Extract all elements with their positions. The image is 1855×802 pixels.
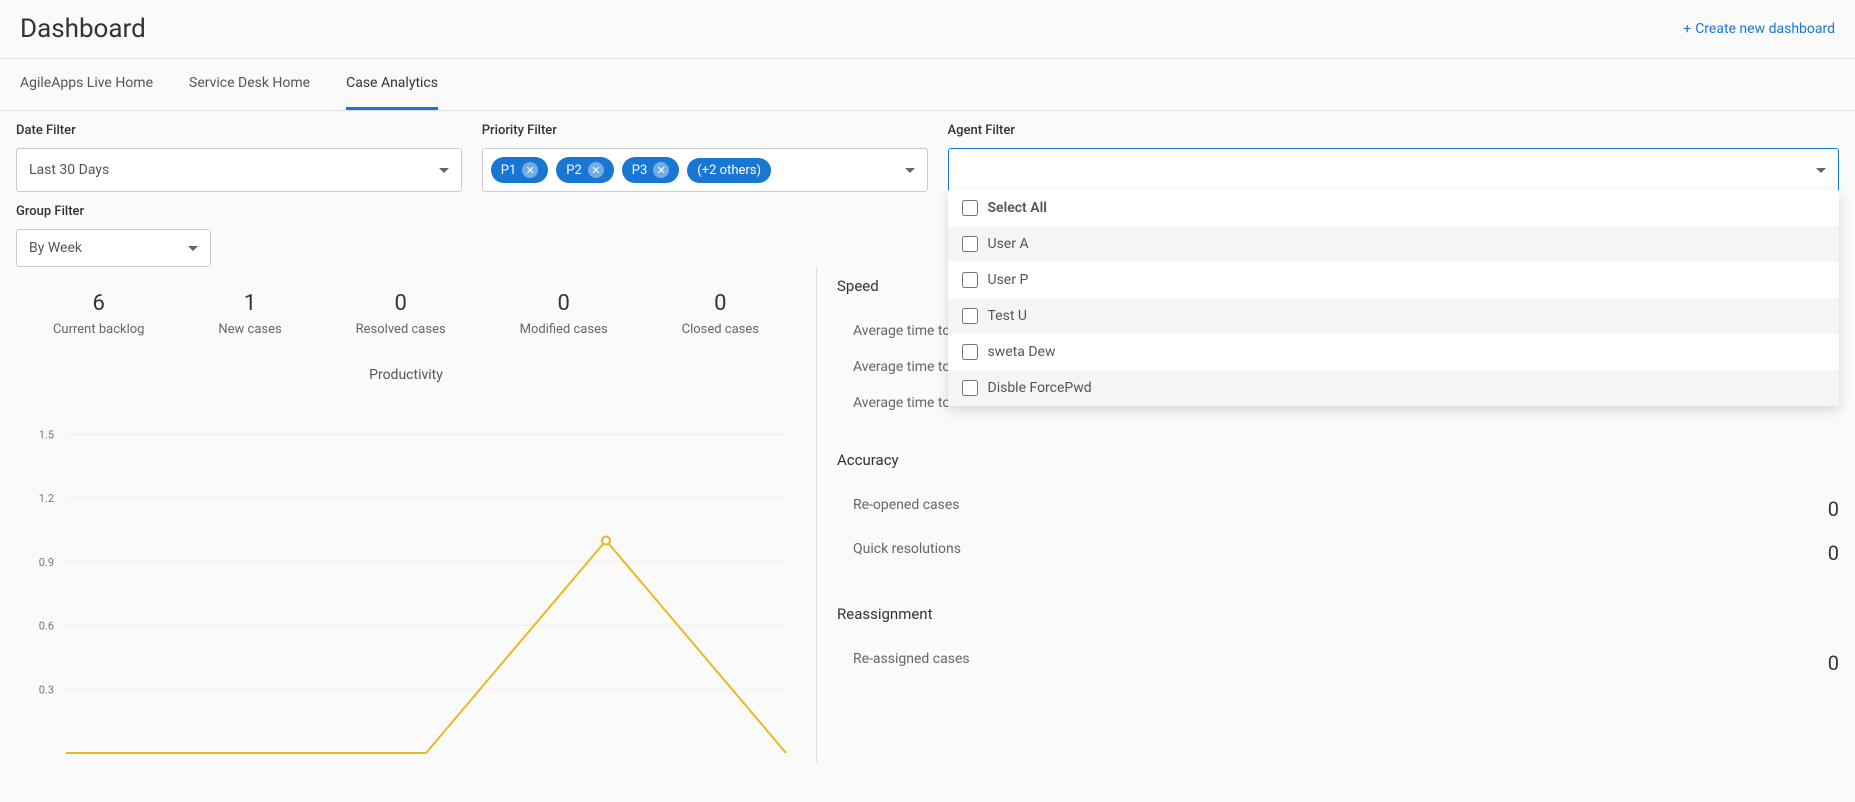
- date-filter-select[interactable]: Last 30 Days: [16, 148, 462, 192]
- tabs-bar: AgileApps Live Home Service Desk Home Case…: [0, 59, 1855, 111]
- option-label: sweta Dew: [988, 344, 1056, 360]
- stat-label: New cases: [218, 322, 281, 337]
- chip-label: P3: [632, 163, 648, 178]
- stat-value: 0: [520, 291, 608, 316]
- create-dashboard-label: Create new dashboard: [1695, 21, 1835, 37]
- date-filter: Date Filter Last 30 Days: [16, 123, 462, 192]
- stat-modified-cases: 0 Modified cases: [520, 291, 608, 337]
- checkbox[interactable]: [962, 236, 978, 252]
- svg-text:0.3: 0.3: [39, 683, 54, 696]
- priority-chips: P1 ✕ P2 ✕ P3 ✕ (+2 others): [491, 157, 905, 183]
- accuracy-row-0: Re-opened cases 0: [837, 487, 1839, 531]
- agent-option-test-u[interactable]: Test U: [948, 298, 1840, 334]
- stat-value: 6: [53, 291, 145, 316]
- agent-filter-wrapper: Select AllUser AUser PTest Usweta DewDis…: [948, 148, 1840, 192]
- priority-chip-p3[interactable]: P3 ✕: [622, 157, 680, 183]
- group-filter-value: By Week: [29, 240, 82, 256]
- priority-filter: Priority Filter P1 ✕ P2 ✕ P3 ✕ (+2 others): [482, 123, 928, 192]
- priority-chip-extra[interactable]: (+2 others): [687, 158, 771, 183]
- chevron-down-icon: [905, 168, 915, 173]
- option-label: Test U: [988, 308, 1027, 324]
- priority-filter-select[interactable]: P1 ✕ P2 ✕ P3 ✕ (+2 others): [482, 148, 928, 192]
- agent-filter-select[interactable]: [948, 148, 1840, 192]
- metric-label: Re-assigned cases: [853, 651, 970, 675]
- metric-label: Average time to: [853, 323, 950, 339]
- stat-resolved-cases: 0 Resolved cases: [356, 291, 446, 337]
- agent-option-user-a[interactable]: User A: [948, 226, 1840, 262]
- filters-row: Date Filter Last 30 Days Priority Filter…: [0, 111, 1855, 192]
- tab-agileapps-live-home[interactable]: AgileApps Live Home: [20, 59, 153, 110]
- chevron-down-icon: [1816, 168, 1826, 173]
- agent-option-sweta-dew[interactable]: sweta Dew: [948, 334, 1840, 370]
- metric-value: 0: [1828, 651, 1839, 675]
- stat-label: Current backlog: [53, 322, 145, 337]
- stat-current-backlog: 6 Current backlog: [53, 291, 145, 337]
- create-dashboard-link[interactable]: + Create new dashboard: [1683, 21, 1835, 37]
- close-icon[interactable]: ✕: [588, 162, 604, 178]
- option-label: User A: [988, 236, 1029, 252]
- tab-case-analytics[interactable]: Case Analytics: [346, 59, 438, 110]
- reassignment-title: Reassignment: [837, 605, 1839, 623]
- agent-dropdown-panel: Select All User A User P Test U sweta Dew Dis…: [948, 190, 1840, 406]
- left-panel: 6 Current backlog 1 New cases 0 Resolved case…: [16, 267, 816, 763]
- page-title: Dashboard: [20, 14, 146, 44]
- metric-label: Quick resolutions: [853, 541, 961, 565]
- chevron-down-icon: [439, 168, 449, 173]
- chip-label: P2: [566, 163, 582, 178]
- agent-filter-label: Agent Filter: [948, 123, 1840, 138]
- plus-icon: +: [1683, 21, 1691, 37]
- stat-new-cases: 1 New cases: [218, 291, 281, 337]
- checkbox[interactable]: [962, 344, 978, 360]
- page-header: Dashboard + Create new dashboard: [0, 0, 1855, 59]
- stat-value: 0: [682, 291, 759, 316]
- checkbox[interactable]: [962, 380, 978, 396]
- accuracy-section: Accuracy Re-opened cases0Quick resolutio…: [837, 451, 1839, 575]
- svg-text:0.6: 0.6: [39, 620, 54, 633]
- chip-label: P1: [501, 163, 517, 178]
- agent-option-select-all[interactable]: Select All: [948, 190, 1840, 226]
- metric-label: Average time to: [853, 395, 950, 411]
- group-filter-select[interactable]: By Week: [16, 229, 211, 267]
- svg-text:1.5: 1.5: [39, 428, 54, 441]
- date-filter-value: Last 30 Days: [29, 162, 109, 178]
- metric-value: 0: [1828, 497, 1839, 521]
- stat-value: 1: [218, 291, 281, 316]
- chart-title: Productivity: [16, 367, 796, 383]
- accuracy-title: Accuracy: [837, 451, 1839, 469]
- priority-filter-label: Priority Filter: [482, 123, 928, 138]
- tab-service-desk-home[interactable]: Service Desk Home: [189, 59, 310, 110]
- stat-value: 0: [356, 291, 446, 316]
- stat-label: Modified cases: [520, 322, 608, 337]
- option-label: Select All: [988, 200, 1047, 216]
- option-label: User P: [988, 272, 1029, 288]
- stat-label: Resolved cases: [356, 322, 446, 337]
- close-icon[interactable]: ✕: [522, 162, 538, 178]
- svg-text:0.9: 0.9: [39, 556, 54, 569]
- priority-chip-p1[interactable]: P1 ✕: [491, 157, 549, 183]
- chevron-down-icon: [188, 246, 198, 251]
- reassignment-row-0: Re-assigned cases 0: [837, 641, 1839, 685]
- metric-label: Re-opened cases: [853, 497, 960, 521]
- checkbox[interactable]: [962, 272, 978, 288]
- priority-chip-p2[interactable]: P2 ✕: [556, 157, 614, 183]
- svg-text:1.2: 1.2: [39, 492, 54, 505]
- option-label: Disble ForcePwd: [988, 380, 1092, 396]
- agent-filter: Agent Filter Select AllUser AUser PTest …: [948, 123, 1840, 192]
- stat-closed-cases: 0 Closed cases: [682, 291, 759, 337]
- checkbox[interactable]: [962, 308, 978, 324]
- close-icon[interactable]: ✕: [653, 162, 669, 178]
- date-filter-label: Date Filter: [16, 123, 462, 138]
- accuracy-row-1: Quick resolutions 0: [837, 531, 1839, 575]
- agent-option-user-p[interactable]: User P: [948, 262, 1840, 298]
- agent-option-disble-forcepwd[interactable]: Disble ForcePwd: [948, 370, 1840, 406]
- stats-row: 6 Current backlog 1 New cases 0 Resolved case…: [16, 291, 796, 337]
- reassignment-section: Reassignment Re-assigned cases 0: [837, 605, 1839, 685]
- stat-label: Closed cases: [682, 322, 759, 337]
- metric-label: Average time to: [853, 359, 950, 375]
- productivity-chart: 0.3 0.6 0.9 1.2 1.5: [16, 403, 796, 763]
- metric-value: 0: [1828, 541, 1839, 565]
- checkbox[interactable]: [962, 200, 978, 216]
